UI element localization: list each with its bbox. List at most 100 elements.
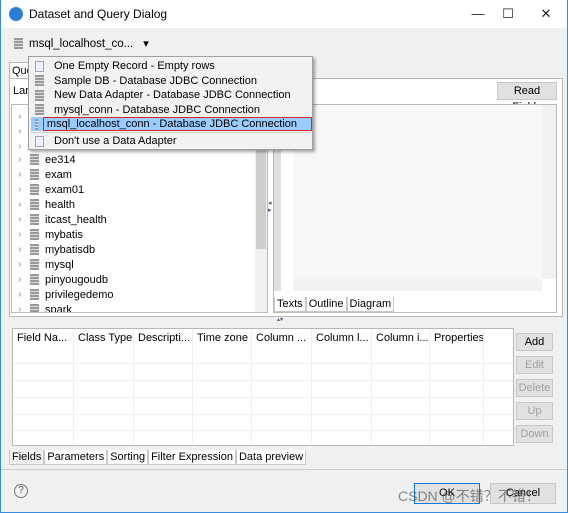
database-icon	[30, 199, 39, 210]
chevron-right-icon[interactable]: ›	[18, 244, 30, 255]
chevron-right-icon[interactable]: ›	[18, 304, 30, 312]
chevron-right-icon[interactable]: ›	[18, 259, 30, 270]
menu-item-label: New Data Adapter - Database JDBC Connect…	[54, 89, 291, 101]
delete-button[interactable]: Delete	[516, 379, 553, 397]
minimize-button[interactable]: —	[463, 3, 493, 25]
watermark: CSDN @不错？不错！	[398, 488, 540, 504]
menu-item[interactable]: One Empty Record - Empty rows	[31, 59, 311, 73]
tree-item[interactable]: › itcast_health	[18, 212, 107, 227]
column-header[interactable]: Time zone	[193, 329, 252, 445]
empty-adapter-icon	[35, 135, 44, 147]
tree-item[interactable]: › spark	[18, 302, 72, 313]
database-icon	[30, 244, 39, 255]
tree-item-label: itcast_health	[45, 213, 107, 226]
column-header-label: Properties	[434, 332, 484, 344]
tree-item-label: mysql	[45, 258, 74, 271]
menu-item-label: One Empty Record - Empty rows	[54, 60, 215, 72]
menu-item[interactable]: Sample DB - Database JDBC Connection	[31, 74, 311, 88]
database-icon	[35, 104, 44, 115]
menu-item-label: Sample DB - Database JDBC Connection	[54, 74, 257, 87]
splitter-arrows-icon[interactable]: ◂ ▸	[268, 200, 272, 214]
menu-item[interactable]: mysql_conn - Database JDBC Connection	[31, 103, 311, 117]
database-icon	[35, 118, 38, 130]
database-icon	[14, 38, 23, 49]
tab-filter-expression[interactable]: Filter Expression	[148, 450, 236, 465]
column-header[interactable]: Column l...	[312, 329, 372, 445]
column-header[interactable]: Column i...	[372, 329, 430, 445]
tree-item-label: pinyougoudb	[45, 273, 109, 286]
tab-data-preview[interactable]: Data preview	[235, 450, 307, 465]
tree-item-label: spark	[45, 303, 72, 313]
database-icon	[30, 274, 39, 285]
title-bar: Dataset and Query Dialog — ☐ ✕	[1, 0, 567, 28]
column-header-label: Class Type	[78, 332, 133, 344]
maximize-button[interactable]: ☐	[493, 3, 523, 25]
data-adapter-select[interactable]: msql_localhost_co... ▾	[14, 37, 149, 50]
tab-texts[interactable]: Texts	[274, 297, 306, 312]
column-header[interactable]: Field Na...	[13, 329, 74, 445]
menu-item[interactable]: msql_localhost_conn - Database JDBC Conn…	[31, 117, 313, 131]
tree-item[interactable]: › exam01	[18, 182, 84, 197]
tree-item-label: mybatisdb	[45, 243, 96, 256]
tree-item-label: mybatis	[45, 228, 83, 241]
adapter-select-value: msql_localhost_co...	[29, 37, 134, 50]
tree-item[interactable]: › mybatis	[18, 227, 83, 242]
database-icon	[30, 289, 39, 300]
tree-item[interactable]: › mysql	[18, 257, 74, 272]
editor-hscrollbar[interactable]	[293, 279, 542, 291]
query-editor: Texts Outline Diagram	[273, 104, 557, 313]
chevron-right-icon[interactable]: ›	[18, 274, 30, 285]
chevron-right-icon[interactable]: ›	[18, 199, 30, 210]
read-fields-button[interactable]: Read Fields	[497, 82, 557, 113]
editor-text-area[interactable]	[293, 105, 542, 279]
column-header-label: Time zone	[197, 332, 248, 344]
app-icon	[9, 7, 23, 21]
tree-item[interactable]: › exam	[18, 167, 72, 182]
chevron-right-icon[interactable]: ›	[18, 229, 30, 240]
help-icon[interactable]: ?	[14, 484, 28, 498]
up-button[interactable]: Up	[516, 402, 553, 420]
database-icon	[30, 259, 39, 270]
tree-item-label: exam	[45, 168, 72, 181]
tab-sorting[interactable]: Sorting	[107, 450, 149, 465]
chevron-down-icon: ▾	[143, 38, 149, 50]
tree-item-label: health	[45, 198, 75, 211]
menu-item[interactable]: New Data Adapter - Database JDBC Connect…	[31, 88, 311, 102]
column-header[interactable]: Properties	[430, 329, 484, 445]
tree-item[interactable]: › privilegedemo	[18, 287, 113, 302]
vertical-splitter-icon[interactable]: ▴▾	[277, 316, 283, 323]
fields-table: Field Na... Class Type Descripti... Time zo…	[12, 328, 514, 446]
tab-diagram[interactable]: Diagram	[346, 297, 395, 312]
chevron-right-icon[interactable]: ›	[18, 289, 30, 300]
chevron-right-icon[interactable]: ›	[18, 154, 30, 165]
add-button[interactable]: Add	[516, 333, 553, 351]
menu-item-no-adapter[interactable]: Don't use a Data Adapter	[31, 134, 311, 148]
tab-fields[interactable]: Fields	[9, 450, 45, 465]
editor-vscrollbar[interactable]	[542, 105, 556, 279]
column-header[interactable]: Descripti...	[134, 329, 193, 445]
database-icon	[35, 75, 44, 86]
column-header-label: Column i...	[376, 332, 429, 344]
tree-item[interactable]: › pinyougoudb	[18, 272, 108, 287]
column-header-label: Descripti...	[138, 332, 190, 344]
chevron-right-icon[interactable]: ›	[18, 184, 30, 195]
edit-button[interactable]: Edit	[516, 356, 553, 374]
adapter-dropdown-menu: One Empty Record - Empty rows Sample DB -…	[28, 56, 313, 150]
tree-item[interactable]: › health	[18, 197, 75, 212]
column-header-label: Column l...	[316, 332, 369, 344]
chevron-right-icon[interactable]: ›	[18, 214, 30, 225]
tree-item-label: privilegedemo	[45, 288, 114, 301]
down-button[interactable]: Down	[516, 425, 553, 443]
tree-item[interactable]: › mybatisdb	[18, 242, 95, 257]
column-header[interactable]: Class Type	[74, 329, 134, 445]
tab-parameters[interactable]: Parameters	[44, 450, 108, 465]
column-header[interactable]: Column ...	[252, 329, 312, 445]
tree-item-label: ee314	[45, 153, 76, 166]
database-icon	[35, 89, 44, 101]
column-header-label: Column ...	[256, 332, 307, 344]
tab-outline[interactable]: Outline	[305, 297, 347, 312]
close-button[interactable]: ✕	[531, 3, 561, 25]
tree-item[interactable]: › ee314	[18, 152, 76, 167]
chevron-right-icon[interactable]: ›	[18, 169, 30, 180]
database-icon	[30, 169, 39, 180]
